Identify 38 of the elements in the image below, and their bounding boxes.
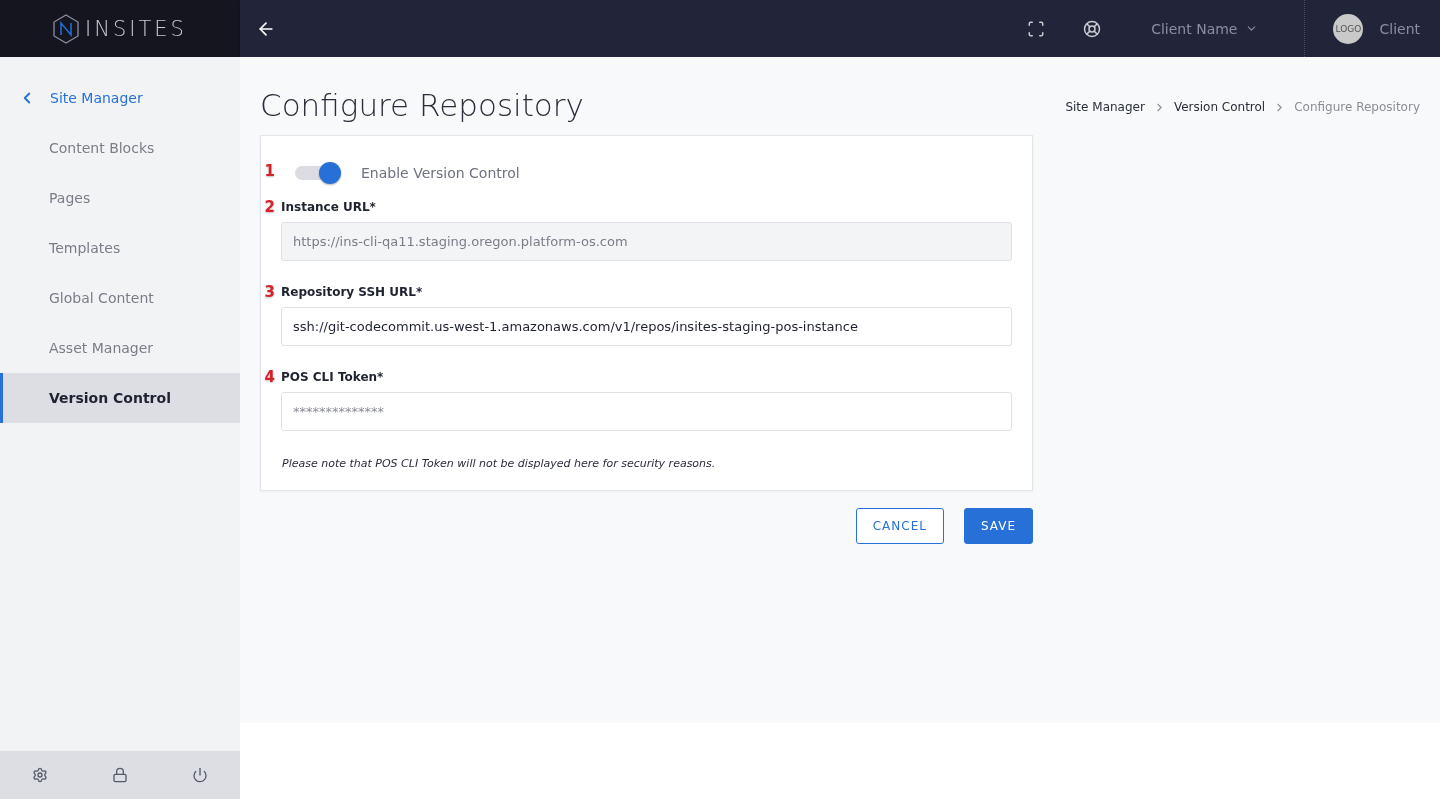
lock-button[interactable] bbox=[110, 765, 130, 785]
back-link[interactable]: Site Manager bbox=[0, 57, 240, 123]
sidebar-item[interactable]: Content Blocks bbox=[0, 123, 240, 173]
sidebar-item[interactable]: Pages bbox=[0, 173, 240, 223]
step-marker: 3 bbox=[263, 283, 275, 303]
toggle-label: Enable Version Control bbox=[361, 164, 520, 183]
lifebuoy-icon bbox=[1083, 19, 1102, 38]
security-note: Please note that POS CLI Token will not be displayed here for security reasons. bbox=[282, 457, 717, 470]
logo-text: INSITES bbox=[85, 16, 187, 41]
step-marker: 2 bbox=[263, 198, 275, 218]
sidebar-item[interactable]: Global Content bbox=[0, 273, 240, 323]
fullscreen-icon bbox=[1027, 19, 1046, 38]
power-icon bbox=[192, 767, 208, 783]
step-marker: 4 bbox=[263, 368, 275, 388]
field-label: Instance URL* bbox=[281, 199, 377, 216]
cancel-button[interactable]: CANCEL bbox=[855, 508, 944, 544]
settings-button[interactable] bbox=[30, 765, 50, 785]
sidebar-item[interactable]: Templates bbox=[0, 223, 240, 273]
field-label: POS CLI Token* bbox=[281, 369, 385, 386]
page-title: Configure Repository bbox=[260, 87, 584, 123]
sidebar-item[interactable]: Asset Manager bbox=[0, 323, 240, 373]
hexagon-logo-icon bbox=[53, 13, 80, 44]
input-field[interactable]: ssh://git-codecommit.us-west-1.amazonaws.com/v1/repos/insites-staging-pos-instance bbox=[281, 307, 1012, 346]
client-avatar: LOGO bbox=[1333, 13, 1364, 44]
sidebar-item[interactable]: Version Control bbox=[0, 373, 240, 423]
power-button[interactable] bbox=[190, 765, 210, 785]
client-dropdown[interactable]: Client Name bbox=[1145, 19, 1265, 38]
breadcrumb-link[interactable]: Version Control bbox=[1173, 100, 1266, 114]
breadcrumb-link[interactable]: Site Manager bbox=[1065, 100, 1145, 114]
step-marker: 1 bbox=[263, 162, 275, 182]
input-field[interactable]: ************** bbox=[281, 392, 1012, 431]
settings-icon bbox=[32, 767, 48, 783]
field-label: Repository SSH URL* bbox=[281, 284, 424, 301]
lock-icon bbox=[112, 767, 128, 783]
breadcrumb-link[interactable]: Configure Repository bbox=[1294, 100, 1420, 114]
account-name: Client bbox=[1379, 20, 1420, 37]
version-control-toggle[interactable] bbox=[295, 162, 341, 184]
save-button[interactable]: SAVE bbox=[963, 508, 1033, 544]
